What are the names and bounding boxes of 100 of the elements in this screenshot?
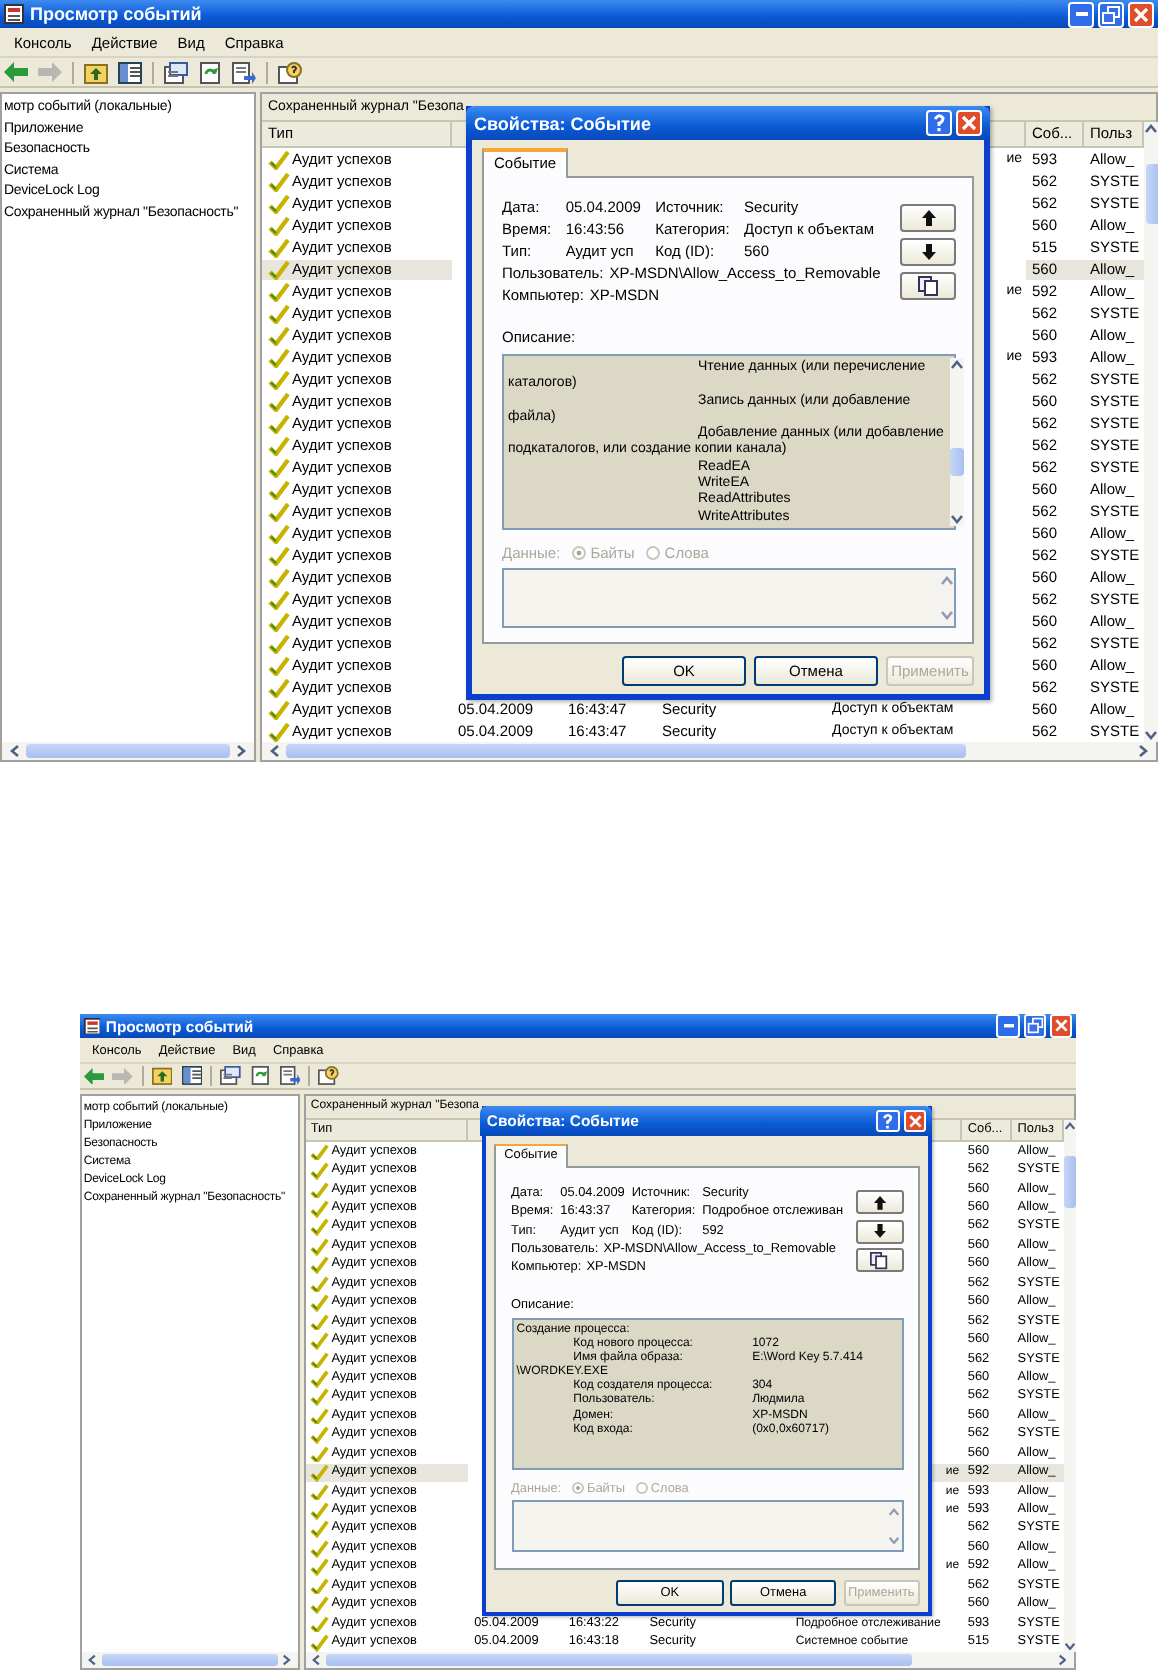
properties-icon[interactable] [220,1066,242,1086]
horizontal-scrollbar[interactable] [262,742,1156,760]
folder-up-icon[interactable] [84,61,108,83]
checkmark-icon [268,501,290,521]
checkmark-icon [268,677,290,697]
next-event-button[interactable] [900,238,956,266]
scroll-left-icon[interactable] [268,744,282,758]
next-event-button[interactable] [855,1219,904,1244]
scroll-down-icon [888,1534,901,1547]
vertical-scrollbar[interactable] [949,358,965,526]
checkmark-icon [310,1464,330,1482]
horizontal-scrollbar[interactable] [2,742,254,760]
minimize-button[interactable] [1068,1,1094,27]
up-arrow-icon [921,210,935,226]
export-icon[interactable] [232,61,256,83]
restore-icon [1100,3,1122,25]
scrollbar-thumb[interactable] [102,1653,278,1666]
scrollbar-thumb[interactable] [1064,1156,1077,1208]
scroll-left-icon[interactable] [87,1653,100,1666]
checkmark-icon [268,171,290,191]
scroll-left-icon[interactable] [8,744,22,758]
down-arrow-icon [921,244,935,260]
restore-button[interactable] [1023,1014,1047,1038]
folder-up-icon[interactable] [152,1066,173,1086]
copy-button[interactable] [900,272,956,300]
restore-button[interactable] [1098,1,1124,27]
checkmark-icon [310,1596,330,1614]
previous-event-button[interactable] [855,1190,904,1215]
checkmark-icon [268,259,290,279]
scroll-up-icon[interactable] [1064,1119,1077,1132]
checkmark-icon [268,523,290,543]
close-icon [1130,3,1152,25]
checkmark-icon [268,325,290,345]
checkmark-icon [268,215,290,235]
checkmark-icon [310,1369,330,1388]
back-arrow-icon[interactable] [83,1066,105,1086]
scroll-down-icon[interactable] [950,512,965,526]
checkmark-icon [268,633,290,653]
pane-toggle-icon[interactable] [118,61,142,83]
close-icon [958,112,980,134]
scroll-right-icon[interactable] [1136,744,1150,758]
checkmark-icon [310,1237,330,1255]
checkmark-icon [310,1332,330,1350]
properties-icon[interactable] [164,61,188,83]
checkmark-icon [310,1294,330,1312]
previous-event-button[interactable] [900,204,956,232]
help-icon[interactable] [278,61,302,83]
checkmark-icon [268,721,290,741]
checkmark-icon [268,237,290,257]
checkmark-icon [310,1634,330,1652]
restore-icon [1025,1016,1045,1036]
scrollbar-thumb[interactable] [1145,164,1158,224]
minimize-button[interactable] [996,1014,1020,1038]
scroll-down-icon[interactable] [1144,728,1158,742]
scroll-up-icon [939,574,953,588]
close-button[interactable] [1049,1014,1073,1038]
scroll-up-icon[interactable] [950,358,965,372]
refresh-icon[interactable] [250,1066,271,1086]
vertical-scrollbar[interactable] [1144,122,1158,742]
close-button[interactable] [903,1109,926,1132]
close-icon [905,1111,924,1130]
checkmark-icon [310,1520,330,1539]
scroll-right-icon[interactable] [1056,1653,1069,1666]
close-button[interactable] [956,110,982,136]
horizontal-scrollbar[interactable] [305,1651,1074,1668]
checkmark-icon [310,1256,330,1274]
checkmark-icon [310,1483,330,1501]
copy-button[interactable] [855,1248,904,1273]
scroll-down-icon[interactable] [1064,1639,1077,1652]
checkmark-icon [310,1200,330,1218]
scroll-up-icon[interactable] [1144,122,1158,136]
checkmark-icon [268,347,290,367]
scrollbar-thumb[interactable] [26,744,230,758]
close-button[interactable] [1128,1,1154,27]
checkmark-icon [268,391,290,411]
checkmark-icon [310,1313,330,1331]
scroll-right-icon[interactable] [280,1653,293,1666]
checkmark-icon [268,369,290,389]
scrollbar-thumb[interactable] [326,1653,911,1666]
help-button[interactable] [876,1109,900,1132]
refresh-icon[interactable] [198,61,222,83]
checkmark-icon [268,545,290,565]
scroll-left-icon[interactable] [310,1653,323,1666]
checkmark-icon [268,193,290,213]
scrollbar-thumb[interactable] [286,744,966,758]
window-title: Просмотр событий [30,4,204,24]
checkmark-icon [310,1143,330,1161]
question-mark-icon [878,1111,898,1130]
scrollbar-thumb[interactable] [950,448,965,476]
pane-toggle-icon[interactable] [181,1066,203,1086]
export-icon[interactable] [279,1066,300,1086]
checkmark-icon [268,149,290,169]
help-icon[interactable] [318,1066,340,1086]
window-title: Просмотр событий [105,1017,256,1036]
scroll-right-icon[interactable] [234,744,248,758]
horizontal-scrollbar[interactable] [82,1651,299,1668]
question-mark-icon [928,112,950,134]
help-button[interactable] [926,110,952,136]
vertical-scrollbar[interactable] [1064,1119,1077,1652]
back-arrow-icon[interactable] [4,61,28,83]
